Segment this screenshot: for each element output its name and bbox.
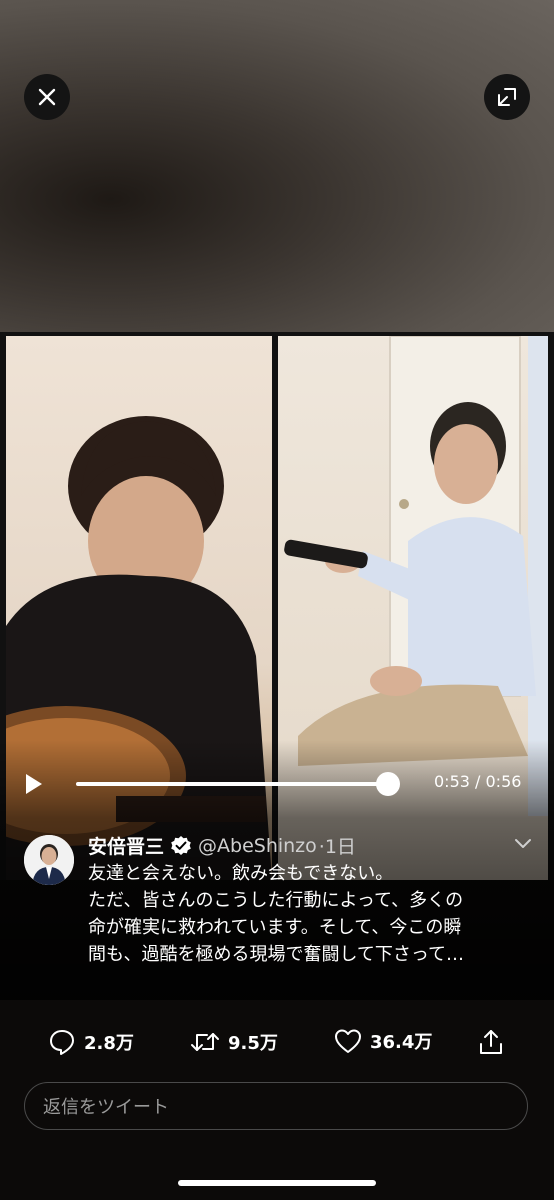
reply-input[interactable]: 返信をツイート bbox=[24, 1082, 528, 1130]
verified-badge-icon bbox=[171, 835, 191, 855]
like-count: 36.4万 bbox=[370, 1032, 433, 1053]
home-indicator[interactable] bbox=[178, 1180, 376, 1186]
video-controls: 0:53 / 0:56 bbox=[0, 760, 554, 808]
avatar[interactable] bbox=[24, 835, 74, 885]
progress-scrubber[interactable] bbox=[376, 772, 400, 796]
author-name: 安倍晋三 bbox=[88, 836, 165, 858]
share-icon bbox=[480, 1030, 502, 1054]
like-button[interactable]: 36.4万 bbox=[334, 1028, 432, 1054]
avatar-image bbox=[24, 835, 74, 885]
reply-placeholder: 返信をツイート bbox=[43, 1097, 169, 1118]
reply-button[interactable]: 2.8万 bbox=[48, 1028, 134, 1056]
tweet-text-line: ただ、皆さんのこうした行動によって、多くの bbox=[88, 890, 464, 911]
retweet-icon bbox=[191, 1033, 219, 1051]
reply-count: 2.8万 bbox=[84, 1033, 134, 1054]
progress-track[interactable] bbox=[76, 782, 388, 786]
play-icon bbox=[26, 774, 42, 794]
minimize-icon bbox=[498, 88, 516, 106]
more-options-button[interactable] bbox=[512, 836, 534, 856]
tweet-author[interactable]: 安倍晋三 @AbeShinzo ·1日 bbox=[88, 832, 356, 859]
tweet-text-line: 友達と会えない。飲み会もできない。 bbox=[88, 863, 394, 884]
chevron-down-icon bbox=[515, 839, 531, 848]
close-button[interactable] bbox=[24, 74, 70, 120]
reply-icon bbox=[50, 1030, 74, 1055]
minimize-button[interactable] bbox=[484, 74, 530, 120]
tweet-text-line: 間も、過酷を極める現場で奮闘して下さって… bbox=[88, 944, 465, 965]
tweet-text: 友達と会えない。飲み会もできない。 ただ、皆さんのこうした行動によって、多くの … bbox=[88, 860, 528, 968]
blurred-backdrop bbox=[0, 0, 554, 332]
author-handle: @AbeShinzo bbox=[198, 834, 317, 857]
heart-icon bbox=[335, 1029, 361, 1053]
retweet-count: 9.5万 bbox=[228, 1033, 278, 1054]
share-button[interactable] bbox=[478, 1028, 512, 1056]
tweet-text-line: 命が確実に救われています。そして、今この瞬 bbox=[88, 917, 462, 938]
tweet-actions: 2.8万 9.5万 36.4万 bbox=[0, 1022, 554, 1062]
play-button[interactable] bbox=[24, 772, 44, 800]
time-display: 0:53 / 0:56 bbox=[434, 772, 522, 791]
tweet-time: ·1日 bbox=[318, 836, 356, 858]
retweet-button[interactable]: 9.5万 bbox=[190, 1028, 278, 1056]
close-icon bbox=[38, 88, 56, 106]
